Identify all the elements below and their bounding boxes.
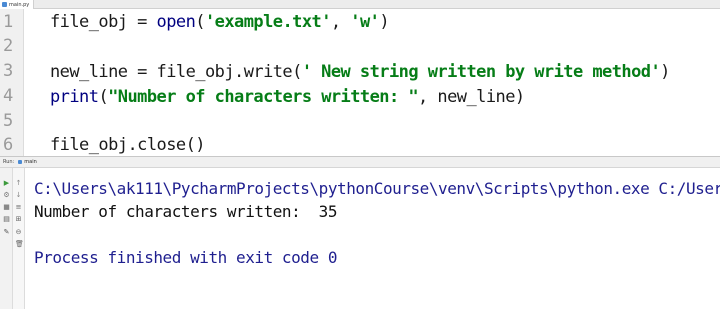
code-line-6[interactable]: file_obj.close() xyxy=(50,135,206,155)
code-token: new_line = file_obj.write( xyxy=(50,62,302,82)
code-token-builtin: print xyxy=(50,87,99,107)
code-token: ) xyxy=(660,62,670,82)
stop-icon[interactable]: ■ xyxy=(3,204,10,211)
line-number-gutter: 1 2 3 4 5 6 xyxy=(0,9,24,156)
code-token: ( xyxy=(195,12,205,32)
rerun-icon[interactable]: ↑ xyxy=(15,180,22,187)
print-icon[interactable]: ▤ xyxy=(3,216,10,223)
line-number: 4 xyxy=(3,86,14,106)
delete-icon[interactable]: 🗑 xyxy=(15,241,24,248)
line-number: 3 xyxy=(3,61,14,81)
code-token: , xyxy=(330,12,351,32)
console-output: Number of characters written: 35 xyxy=(34,202,338,221)
code-token-string: 'example.txt' xyxy=(204,12,331,32)
code-token-string: 'w' xyxy=(350,12,380,32)
line-number: 5 xyxy=(3,111,14,131)
tab-label: main.py xyxy=(9,1,30,8)
code-token: , new_line) xyxy=(418,87,525,107)
code-token: ( xyxy=(98,87,109,107)
scroll-icon[interactable]: ↓ xyxy=(15,192,22,199)
python-file-icon xyxy=(2,2,7,7)
run-icon[interactable]: ▶ xyxy=(3,180,10,187)
code-token: ) xyxy=(379,12,390,32)
code-line-3[interactable]: new_line = file_obj.write(' New string w… xyxy=(50,64,670,81)
settings-icon[interactable]: ⚙ xyxy=(3,192,10,199)
line-number: 6 xyxy=(3,135,14,155)
tab-main-py[interactable]: main.py xyxy=(0,0,34,9)
code-token-string: ' New string written by write method' xyxy=(301,62,661,82)
code-line-1[interactable]: file_obj = open('example.txt', 'w') xyxy=(50,12,390,32)
editor-tab-strip: main.py xyxy=(0,0,720,9)
line-number: 1 xyxy=(3,12,14,32)
run-toolbar: ▶ ⚙ ■ ▤ ✎ xyxy=(0,168,13,309)
code-token: file_obj = xyxy=(50,12,157,32)
run-panel-label: Run: xyxy=(3,159,15,165)
code-line-4[interactable]: print("Number of characters written: ", … xyxy=(50,89,525,106)
code-token: file_obj.close() xyxy=(50,135,206,155)
soft-wrap-icon[interactable]: ≡ xyxy=(15,204,22,211)
pin-icon[interactable]: ✎ xyxy=(3,229,10,236)
console-toolbar: ↑ ↓ ≡ ⊞ ⊖ 🗑 xyxy=(13,168,25,309)
code-editor[interactable]: main.py 1 2 3 4 5 6 file_obj = open('exa… xyxy=(0,0,720,156)
line-number: 2 xyxy=(3,36,14,56)
console-exit-status: Process finished with exit code 0 xyxy=(34,248,338,267)
console-interpreter-path: C:\Users\ak111\PycharmProjects\pythonCou… xyxy=(34,179,720,198)
code-token-string: "Number of characters written: " xyxy=(108,87,419,107)
print-icon[interactable]: ⊖ xyxy=(15,229,22,236)
run-tab-label: main xyxy=(24,159,37,165)
code-token-builtin: open xyxy=(156,12,196,32)
run-tab-main[interactable]: main xyxy=(18,159,37,165)
scroll-to-end-icon[interactable]: ⊞ xyxy=(15,216,22,223)
python-file-icon xyxy=(18,160,23,164)
run-panel-header: Run: main xyxy=(0,156,720,168)
